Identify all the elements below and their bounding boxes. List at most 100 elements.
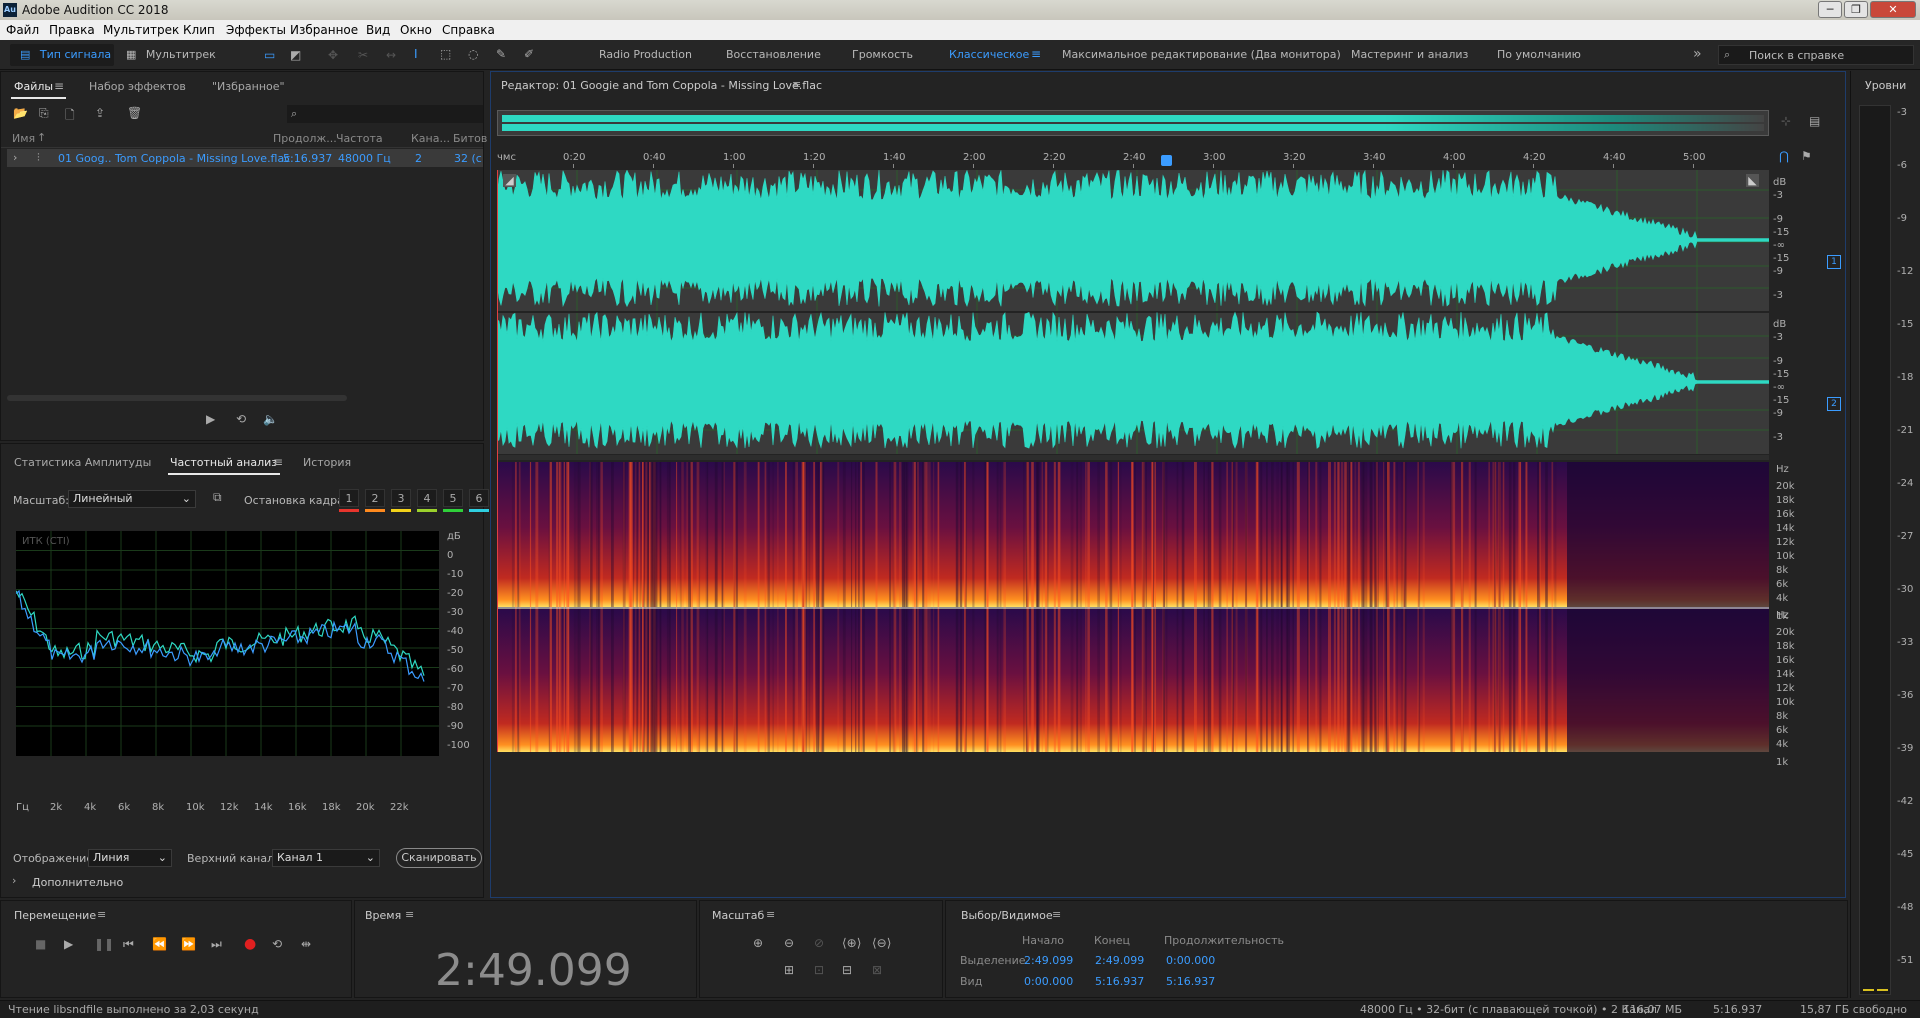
playhead-marker[interactable] bbox=[1161, 155, 1172, 166]
record-icon[interactable]: ● bbox=[244, 936, 256, 952]
col-duration[interactable]: Продолж... bbox=[273, 132, 337, 145]
menu-clip[interactable]: Клип bbox=[183, 23, 215, 37]
col-bits[interactable]: Битов bbox=[453, 132, 487, 145]
skip-to-end-icon[interactable]: ⏭ bbox=[211, 937, 222, 952]
zoom-in-time-icon[interactable]: ⟨⊕⟩ bbox=[842, 936, 861, 950]
overview-bar[interactable] bbox=[497, 110, 1769, 136]
files-search-input[interactable]: ⌕ bbox=[287, 105, 483, 123]
time-ruler[interactable]: чмс 0:20 0:40 1:00 1:20 1:40 2:00 2:20 2:40 3:00… bbox=[497, 150, 1769, 168]
snap-icon[interactable]: ⋂ bbox=[1779, 149, 1789, 163]
zoom-to-selection-icon[interactable]: ⊹ bbox=[1781, 114, 1791, 128]
view-end-field[interactable]: 5:16.937 bbox=[1095, 975, 1144, 988]
import-file-icon[interactable]: ⎘ bbox=[39, 106, 49, 121]
display-dropdown[interactable]: Линия ⌄ bbox=[88, 849, 172, 867]
editor-menu-icon[interactable]: ≡ bbox=[792, 78, 801, 91]
selection-end-field[interactable]: 2:49.099 bbox=[1095, 954, 1144, 967]
tab-amplitude-statistics[interactable]: Статистика Амплитуды bbox=[14, 456, 151, 469]
table-row[interactable]: › ⫶ 01 Goog.. Tom Coppola - Missing Love… bbox=[7, 149, 483, 167]
selection-duration-field[interactable]: 0:00.000 bbox=[1166, 954, 1215, 967]
expand-chevron-icon[interactable]: › bbox=[13, 151, 17, 164]
channel-badge-2[interactable]: 2 bbox=[1827, 397, 1841, 411]
fade-in-handle-icon[interactable]: ◢ bbox=[503, 174, 516, 187]
zoom-reset-icon[interactable]: ⊠ bbox=[872, 963, 882, 977]
marker-icon[interactable]: ⚑ bbox=[1801, 149, 1812, 163]
more-workspaces-icon[interactable]: » bbox=[1693, 46, 1702, 62]
menu-effects[interactable]: Эффекты bbox=[226, 23, 286, 37]
tab-history[interactable]: История bbox=[303, 456, 351, 469]
autoplay-icon[interactable]: 🔈 bbox=[263, 412, 278, 426]
close-button[interactable]: ✕ bbox=[1870, 1, 1916, 18]
workspace-max-editing[interactable]: Максимальное редактирование (Два монитор… bbox=[1062, 40, 1341, 70]
selection-start-field[interactable]: 2:49.099 bbox=[1024, 954, 1073, 967]
workspace-default[interactable]: По умолчанию bbox=[1497, 40, 1581, 70]
view-duration-field[interactable]: 5:16.937 bbox=[1166, 975, 1215, 988]
horizontal-scrollbar[interactable] bbox=[7, 395, 347, 401]
menu-edit[interactable]: Правка bbox=[49, 23, 95, 37]
menu-file[interactable]: Файл bbox=[6, 23, 39, 37]
chevron-right-icon[interactable]: › bbox=[12, 874, 16, 887]
workspace-mastering[interactable]: Мастеринг и анализ bbox=[1351, 40, 1468, 70]
razor-tool-icon[interactable]: ✂ bbox=[358, 48, 368, 62]
freeze-slot-2[interactable]: 2 bbox=[365, 489, 385, 507]
menu-multitrack[interactable]: Мультитрек bbox=[103, 23, 179, 37]
delete-file-icon[interactable]: 🗑 bbox=[127, 106, 142, 120]
loop-playback-icon[interactable]: ⟲ bbox=[272, 937, 282, 951]
add-to-freeze-icon[interactable]: ⧉ bbox=[213, 490, 222, 505]
zoom-out-full-icon[interactable]: ⊘ bbox=[814, 936, 824, 950]
advanced-toggle[interactable]: Дополнительно bbox=[32, 876, 123, 889]
play-preview-icon[interactable]: ▶ bbox=[206, 412, 215, 426]
maximize-button[interactable]: ❐ bbox=[1844, 1, 1868, 18]
tab-frequency-analysis[interactable]: Частотный анализ bbox=[170, 456, 277, 469]
waveform-view-icon[interactable]: ▭ bbox=[264, 48, 275, 62]
menu-help[interactable]: Справка bbox=[442, 23, 495, 37]
freeze-slot-4[interactable]: 4 bbox=[417, 489, 437, 507]
help-search-input[interactable]: ⌕ Поиск в справке bbox=[1718, 45, 1914, 65]
lasso-tool-icon[interactable]: ◌ bbox=[468, 47, 478, 61]
fade-out-handle-icon[interactable]: ◣ bbox=[1746, 174, 1759, 187]
stop-icon[interactable]: ■ bbox=[35, 937, 46, 951]
tab-files[interactable]: Файлы bbox=[14, 80, 53, 93]
workspace-classic[interactable]: Классическое bbox=[949, 40, 1029, 70]
spectrogram[interactable] bbox=[497, 462, 1769, 752]
loop-preview-icon[interactable]: ⟲ bbox=[236, 412, 246, 426]
workspace-loudness[interactable]: Громкость bbox=[852, 40, 913, 70]
tab-favorites[interactable]: "Избранное" bbox=[212, 80, 285, 93]
marquee-tool-icon[interactable]: ⬚ bbox=[440, 47, 451, 61]
col-name[interactable]: Имя bbox=[12, 132, 35, 145]
view-start-field[interactable]: 0:00.000 bbox=[1024, 975, 1073, 988]
skip-selection-icon[interactable]: ⇹ bbox=[301, 937, 311, 951]
workspace-restoration[interactable]: Восстановление bbox=[726, 40, 821, 70]
zoom-in-amplitude-icon[interactable]: ⊕ bbox=[753, 936, 763, 950]
move-tool-icon[interactable]: ✥ bbox=[328, 48, 338, 62]
multitrack-mode-button[interactable]: ▦ Мультитрек bbox=[126, 40, 216, 70]
skip-to-start-icon[interactable]: ⏮ bbox=[123, 937, 134, 952]
new-file-icon[interactable]: 🗋 bbox=[65, 106, 75, 127]
waveform-mode-button[interactable]: ▤ Тип сигнала bbox=[10, 44, 114, 66]
zoom-selection-icon[interactable]: ⊞ bbox=[784, 963, 794, 977]
menu-favorites[interactable]: Избранное bbox=[290, 23, 358, 37]
channel-badge-1[interactable]: 1 bbox=[1827, 255, 1841, 269]
workspace-radio-production[interactable]: Radio Production bbox=[599, 40, 692, 70]
waveform-area[interactable]: ◢ ◣ bbox=[497, 170, 1769, 454]
insert-into-multitrack-icon[interactable]: ⇪ bbox=[95, 106, 105, 120]
workspace-menu-icon[interactable]: ≡ bbox=[1031, 47, 1041, 61]
play-icon[interactable]: ▶ bbox=[64, 937, 73, 951]
zoom-out-time-icon[interactable]: ⟨⊖⟩ bbox=[872, 936, 891, 950]
channel-dropdown[interactable]: Канал 1 ⌄ bbox=[272, 849, 380, 867]
zoom-menu-icon[interactable]: ≡ bbox=[766, 908, 775, 921]
tab-effects-rack[interactable]: Набор эффектов bbox=[89, 80, 186, 93]
spectral-divider-handle[interactable] bbox=[497, 455, 1769, 460]
menu-view[interactable]: Вид bbox=[366, 23, 390, 37]
slip-tool-icon[interactable]: ↔ bbox=[386, 48, 396, 62]
col-channels[interactable]: Кана... bbox=[411, 132, 450, 145]
spectral-view-icon[interactable]: ◩ bbox=[290, 48, 301, 62]
open-file-icon[interactable]: 📂 bbox=[13, 106, 28, 120]
zoom-out-point-icon[interactable]: ⊟ bbox=[842, 963, 852, 977]
freeze-slot-1[interactable]: 1 bbox=[339, 489, 359, 507]
overview-menu-icon[interactable]: ▤ bbox=[1809, 114, 1820, 128]
analysis-panel-menu-icon[interactable]: ≡ bbox=[273, 455, 283, 469]
freeze-slot-5[interactable]: 5 bbox=[443, 489, 463, 507]
time-selection-tool-icon[interactable]: Ι bbox=[414, 47, 418, 61]
spot-healing-tool-icon[interactable]: ✐ bbox=[524, 47, 534, 61]
col-rate[interactable]: Частота bbox=[336, 132, 383, 145]
